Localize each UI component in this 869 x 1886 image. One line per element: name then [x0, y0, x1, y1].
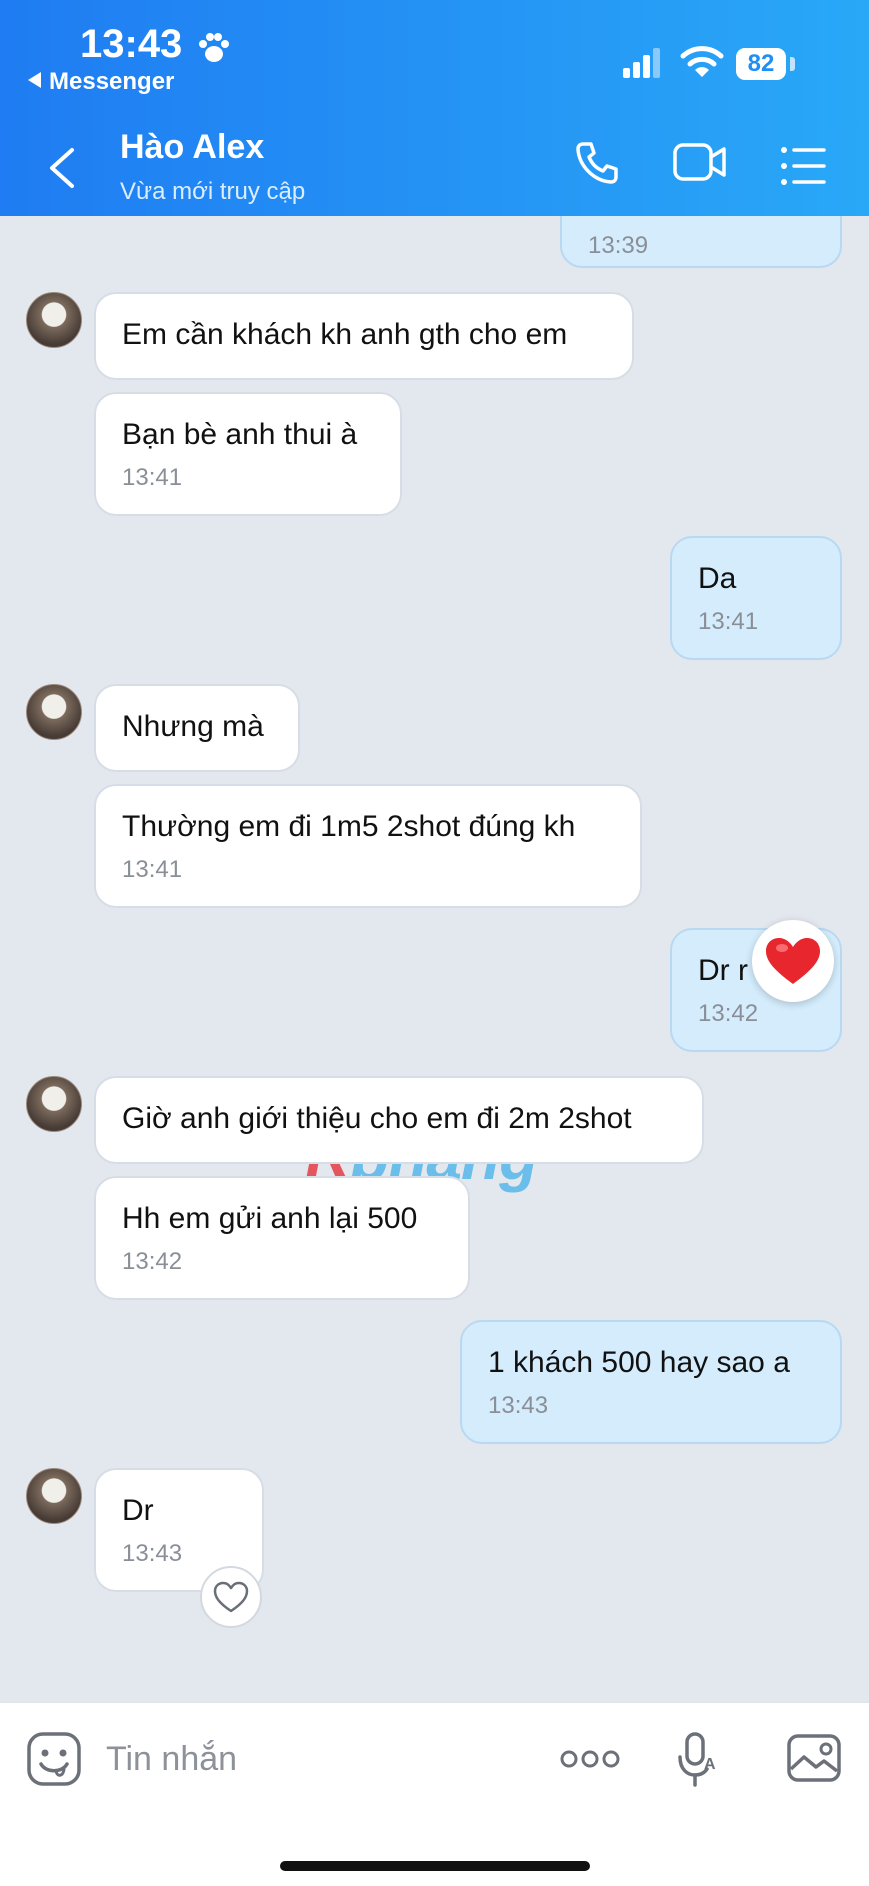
message-list[interactable]: 13:39 Em cần khách kh anh gth cho em Bạn… [0, 216, 869, 1702]
paw-icon [199, 33, 229, 62]
message-bubble-outgoing[interactable]: 13:39 [560, 216, 842, 268]
avatar[interactable] [26, 1076, 82, 1132]
message-time: 13:41 [122, 464, 183, 491]
message-text: Da [698, 562, 737, 595]
battery-indicator: 82 [736, 48, 786, 80]
message-text: Thường em đi 1m5 2shot đúng kh [122, 810, 576, 843]
emoji-icon[interactable] [26, 1731, 82, 1787]
avatar[interactable] [26, 292, 82, 348]
message-text: 1 khách 500 hay sao a [488, 1346, 790, 1379]
contact-name[interactable]: Hào Alex [120, 128, 264, 167]
avatar[interactable] [26, 684, 82, 740]
status-time: 13:43 [80, 22, 183, 66]
message-text: Em cần khách kh anh gth cho em [122, 318, 568, 351]
message-time: 13:42 [122, 1248, 183, 1275]
wifi-icon [680, 46, 724, 77]
video-icon[interactable] [672, 140, 728, 184]
contact-status: Vừa mới truy cập [120, 178, 306, 205]
list-icon[interactable] [780, 146, 826, 186]
message-text: Dr [122, 1494, 154, 1527]
message-time: 13:41 [122, 856, 183, 883]
heart-icon [766, 938, 820, 984]
message-text: Giờ anh giới thiệu cho em đi 2m 2shot [122, 1102, 632, 1135]
signal-icon [623, 48, 660, 78]
message-bubble-incoming[interactable]: Nhưng mà [94, 684, 300, 772]
message-bubble-outgoing[interactable]: 1 khách 500 hay sao a 13:43 [460, 1320, 842, 1444]
message-bubble-outgoing[interactable]: Da 13:41 [670, 536, 842, 660]
chat-header: 13:43 Messenger 82 Hào Alex Vừa mới truy… [0, 0, 869, 216]
message-text: Bạn bè anh thui à [122, 418, 358, 451]
message-bubble-incoming[interactable]: Thường em đi 1m5 2shot đúng kh 13:41 [94, 784, 642, 908]
voice-icon[interactable]: A [676, 1731, 720, 1789]
phone-icon[interactable] [574, 140, 620, 186]
message-time: 13:43 [122, 1540, 183, 1567]
home-indicator[interactable] [280, 1861, 590, 1871]
message-bubble-incoming[interactable]: Em cần khách kh anh gth cho em [94, 292, 634, 380]
chevron-left-icon[interactable] [44, 146, 80, 190]
reaction-heart-badge[interactable] [752, 920, 834, 1002]
message-time: 13:43 [488, 1392, 549, 1419]
battery-tip [790, 57, 795, 71]
message-bubble-incoming[interactable]: Hh em gửi anh lại 500 13:42 [94, 1176, 470, 1300]
svg-text:A: A [704, 1756, 716, 1773]
react-button[interactable] [200, 1566, 262, 1628]
heart-outline-icon [213, 1581, 249, 1613]
avatar[interactable] [26, 1468, 82, 1524]
image-icon[interactable] [786, 1733, 842, 1783]
more-icon[interactable] [560, 1747, 620, 1771]
message-input[interactable] [104, 1733, 488, 1785]
message-text: Nhưng mà [122, 710, 264, 743]
message-bubble-incoming[interactable]: Giờ anh giới thiệu cho em đi 2m 2shot [94, 1076, 704, 1164]
back-triangle-icon [28, 72, 41, 88]
message-time: 13:39 [588, 232, 649, 259]
back-to-app-link[interactable]: Messenger [28, 68, 174, 96]
message-text: Hh em gửi anh lại 500 [122, 1202, 418, 1235]
message-composer: A [0, 1702, 869, 1886]
message-time: 13:41 [698, 608, 759, 635]
message-time: 13:42 [698, 1000, 759, 1027]
message-bubble-incoming[interactable]: Bạn bè anh thui à 13:41 [94, 392, 402, 516]
